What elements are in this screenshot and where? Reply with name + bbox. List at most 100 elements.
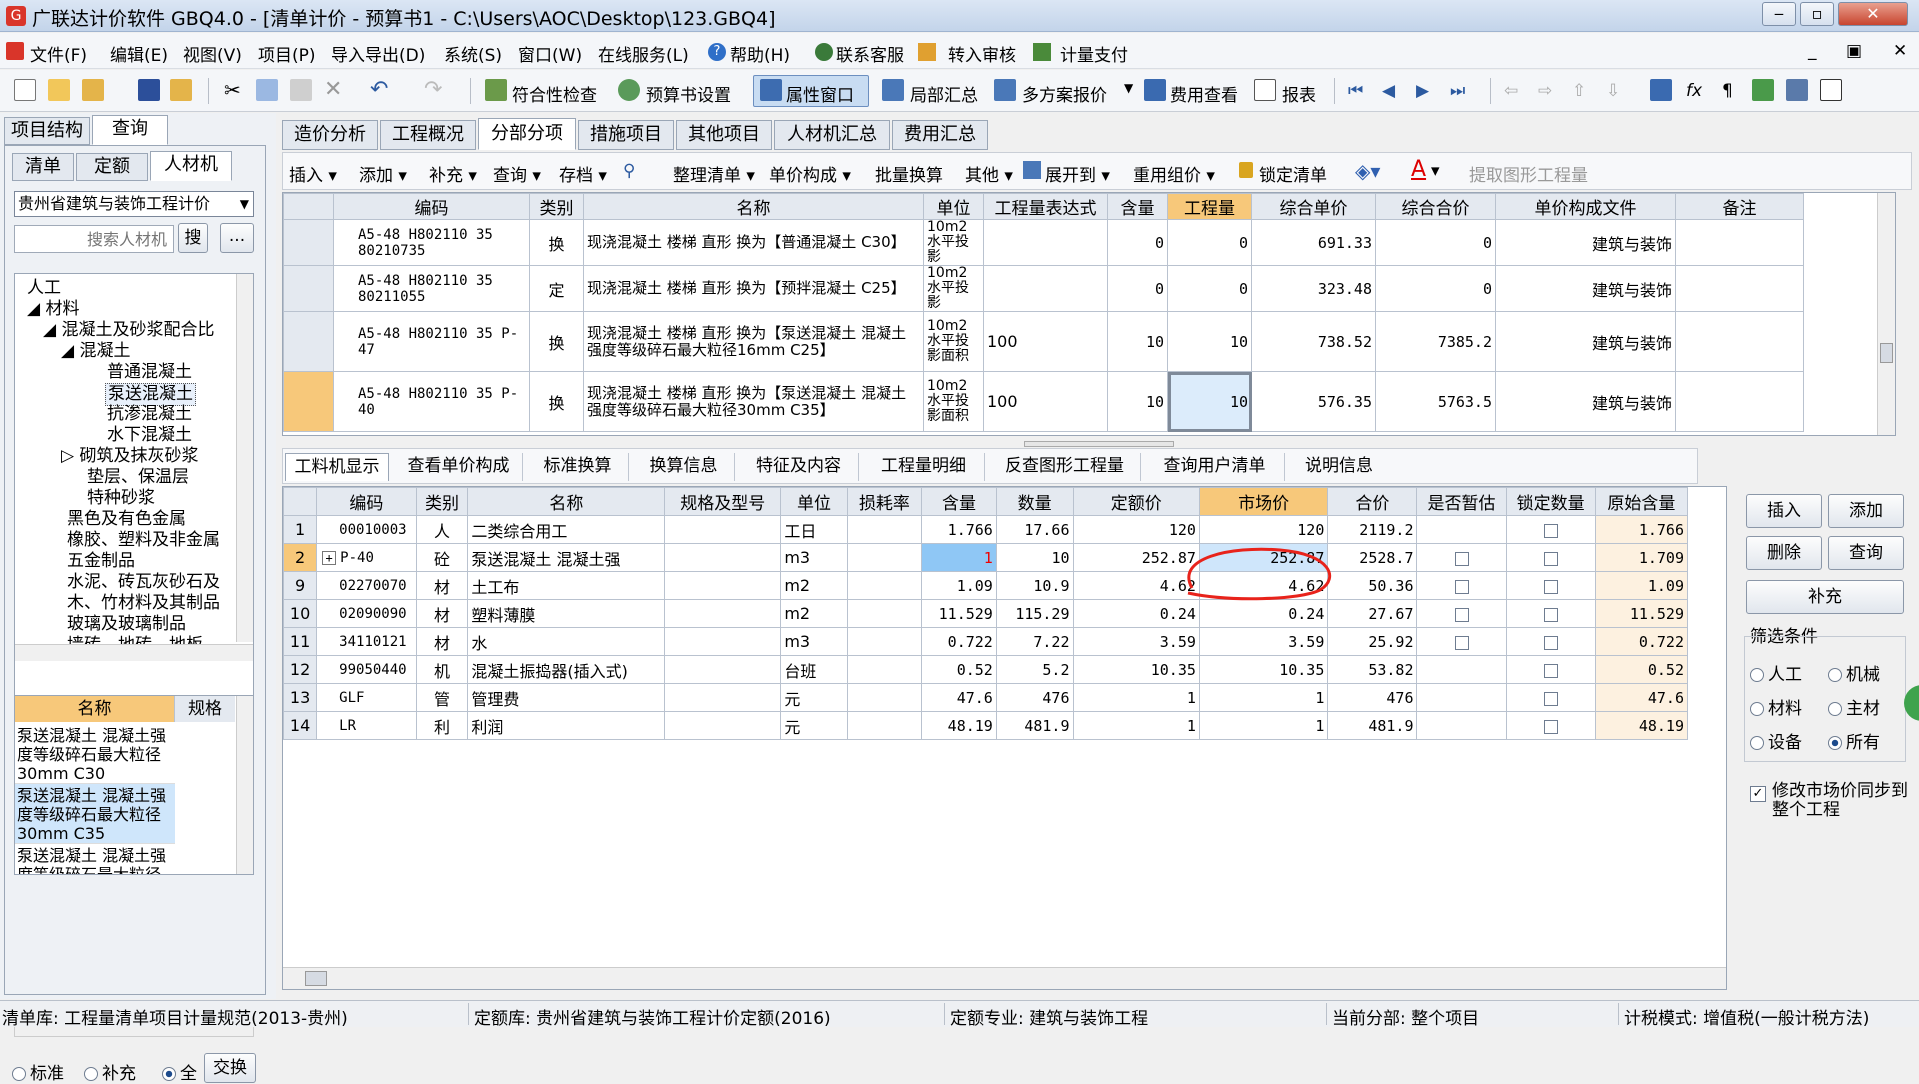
search-button[interactable]: 搜	[178, 223, 208, 253]
cell-loss[interactable]	[846, 515, 923, 544]
row-header[interactable]	[283, 311, 334, 372]
cell-loss[interactable]	[846, 711, 923, 740]
cell-loss[interactable]	[846, 683, 923, 712]
cell-content[interactable]: 0	[1107, 265, 1168, 312]
tree-item-selected[interactable]: 泵送混凝土	[105, 383, 196, 406]
tree-item[interactable]: 人工	[27, 278, 61, 299]
cell-original-content[interactable]: 48.19	[1594, 711, 1689, 740]
col-header[interactable]: 工程量表达式	[983, 193, 1108, 220]
cell-market-price[interactable]: 1	[1198, 683, 1329, 712]
list-item-selected[interactable]: 泵送混凝土 混凝土强度等级碎石最大粒径30mm C35	[15, 784, 175, 844]
first-icon[interactable]: ⏮	[1348, 81, 1363, 101]
cell-name[interactable]: 现浇混凝土 楼梯 直形 换为【预拌混凝土 C25】	[583, 265, 924, 312]
menu-file[interactable]: 文件(F)	[30, 41, 87, 66]
fill-color-icon[interactable]: ◈▾	[1355, 159, 1380, 183]
cell-spec[interactable]	[664, 655, 782, 684]
cell-content[interactable]: 0.722	[921, 627, 997, 656]
move-up-icon[interactable]: ⇧	[1572, 81, 1586, 101]
scroll-thumb[interactable]	[1880, 343, 1893, 363]
menu-project[interactable]: 项目(P)	[258, 41, 316, 66]
cell-file[interactable]: 建筑与装饰	[1495, 371, 1676, 432]
row-number[interactable]: 1	[283, 515, 318, 544]
insert-button[interactable]: 插入	[1746, 494, 1822, 528]
save-folder-icon[interactable]	[170, 79, 192, 101]
filter-machine[interactable]: 机械	[1828, 660, 1880, 685]
cell-lock-qty[interactable]	[1505, 711, 1596, 740]
cell-remark[interactable]	[1675, 265, 1804, 312]
cell-unit[interactable]: 台班	[780, 655, 848, 684]
cell-original-content[interactable]: 47.6	[1594, 683, 1689, 712]
paragraph-icon[interactable]: ¶	[1722, 81, 1733, 101]
row-header[interactable]	[283, 265, 334, 312]
organize-list-menu[interactable]: 整理清单 ▾	[673, 161, 755, 186]
scroll-thumb[interactable]	[305, 971, 327, 986]
archive-menu[interactable]: 存档 ▾	[559, 161, 607, 186]
batch-convert-button[interactable]: 批量换算	[875, 161, 943, 186]
col-header-active[interactable]: 市场价	[1198, 487, 1329, 516]
tab-fee-summary[interactable]: 费用汇总	[892, 120, 988, 150]
lock-qty-checkbox[interactable]	[1543, 579, 1558, 594]
cell-expr[interactable]: 100	[983, 311, 1108, 372]
cell-qty[interactable]: 481.9	[995, 711, 1074, 740]
table-row[interactable]: 9 02270070 材 土工布 m2 1.09 10.9 4.62 4.62 …	[283, 571, 1689, 600]
tree-item[interactable]: 黑色及有色金属	[67, 509, 186, 530]
col-header[interactable]: 锁定数量	[1505, 487, 1596, 516]
cell-code[interactable]: GLF	[316, 683, 417, 712]
cell-code[interactable]: A5-48 H802110 35 80210735	[333, 219, 530, 266]
cell-spec[interactable]	[664, 683, 782, 712]
next-icon[interactable]: ▶	[1416, 81, 1429, 101]
cell-spec[interactable]	[664, 543, 782, 572]
cell-total[interactable]: 5763.5	[1375, 371, 1496, 432]
table-row[interactable]: 14 LR 利 利润 元 48.19 481.9 1 1 481.9 48.19	[283, 711, 1689, 740]
supplement-button[interactable]: 补充	[1746, 580, 1904, 614]
cell-qty[interactable]: 10.9	[995, 571, 1074, 600]
radio-all[interactable]: 全	[162, 1059, 206, 1084]
cell-content[interactable]: 0	[1107, 219, 1168, 266]
col-header[interactable]: 综合合价	[1375, 193, 1496, 220]
tab-features[interactable]: 特征及内容	[739, 453, 859, 481]
close-button[interactable]: ✕	[1838, 2, 1908, 26]
more-button[interactable]: ...	[220, 223, 254, 253]
list-icon[interactable]	[1820, 79, 1842, 101]
lock-qty-checkbox[interactable]	[1543, 523, 1558, 538]
paste-icon[interactable]	[290, 79, 312, 101]
tab-conversion-info[interactable]: 换算信息	[633, 453, 735, 481]
sync-checkbox[interactable]: ✓	[1750, 786, 1766, 802]
row-number[interactable]: 9	[283, 571, 318, 600]
cell-lock-qty[interactable]	[1505, 683, 1596, 712]
cell-code[interactable]: 34110121	[316, 627, 417, 656]
cell-loss[interactable]	[846, 655, 923, 684]
cell-qty[interactable]: 0	[1167, 219, 1252, 266]
compliance-check-button[interactable]: 符合性检查	[512, 81, 597, 106]
cell-original-content[interactable]: 0.52	[1594, 655, 1689, 684]
cell-type[interactable]: 机	[415, 655, 469, 684]
cell-name[interactable]: 塑料薄膜	[467, 599, 666, 628]
lower-hscrollbar[interactable]	[283, 967, 1726, 989]
estimate-checkbox[interactable]	[1454, 607, 1469, 622]
cell-total[interactable]: 481.9	[1327, 711, 1418, 740]
local-summary-button[interactable]: 局部汇总	[910, 81, 978, 106]
budget-settings-button[interactable]: 预算书设置	[646, 81, 731, 106]
cell-expr[interactable]: 100	[983, 371, 1108, 432]
col-header[interactable]: 类别	[415, 487, 469, 516]
open-icon[interactable]	[82, 79, 104, 101]
cell-lock-qty[interactable]	[1505, 599, 1596, 628]
col-header-active[interactable]: 工程量	[1167, 193, 1252, 220]
cell-code[interactable]: A5-48 H802110 35 P-47	[333, 311, 530, 372]
tree-item[interactable]: 特种砂浆	[87, 488, 155, 509]
cell-code[interactable]: A5-48 H802110 35 80211055	[333, 265, 530, 312]
move-down-icon[interactable]: ⇩	[1606, 81, 1620, 101]
cell-code[interactable]: 00010003	[316, 515, 417, 544]
tree-item[interactable]: 水下混凝土	[107, 425, 192, 446]
row-number[interactable]: 14	[283, 711, 318, 740]
formula-icon[interactable]: fx	[1686, 81, 1702, 101]
cell-unit[interactable]: m3	[780, 543, 848, 572]
tree-item[interactable]: 水泥、砖瓦灰砂石及	[67, 572, 220, 593]
col-header[interactable]: 原始含量	[1594, 487, 1689, 516]
col-header[interactable]: 数量	[995, 487, 1074, 516]
prev-icon[interactable]: ◀	[1382, 81, 1395, 101]
cell-content[interactable]: 1.09	[921, 571, 997, 600]
cell-lock-qty[interactable]	[1505, 627, 1596, 656]
upper-vscrollbar[interactable]	[1877, 193, 1895, 435]
cell-code[interactable]: 02090090	[316, 599, 417, 628]
